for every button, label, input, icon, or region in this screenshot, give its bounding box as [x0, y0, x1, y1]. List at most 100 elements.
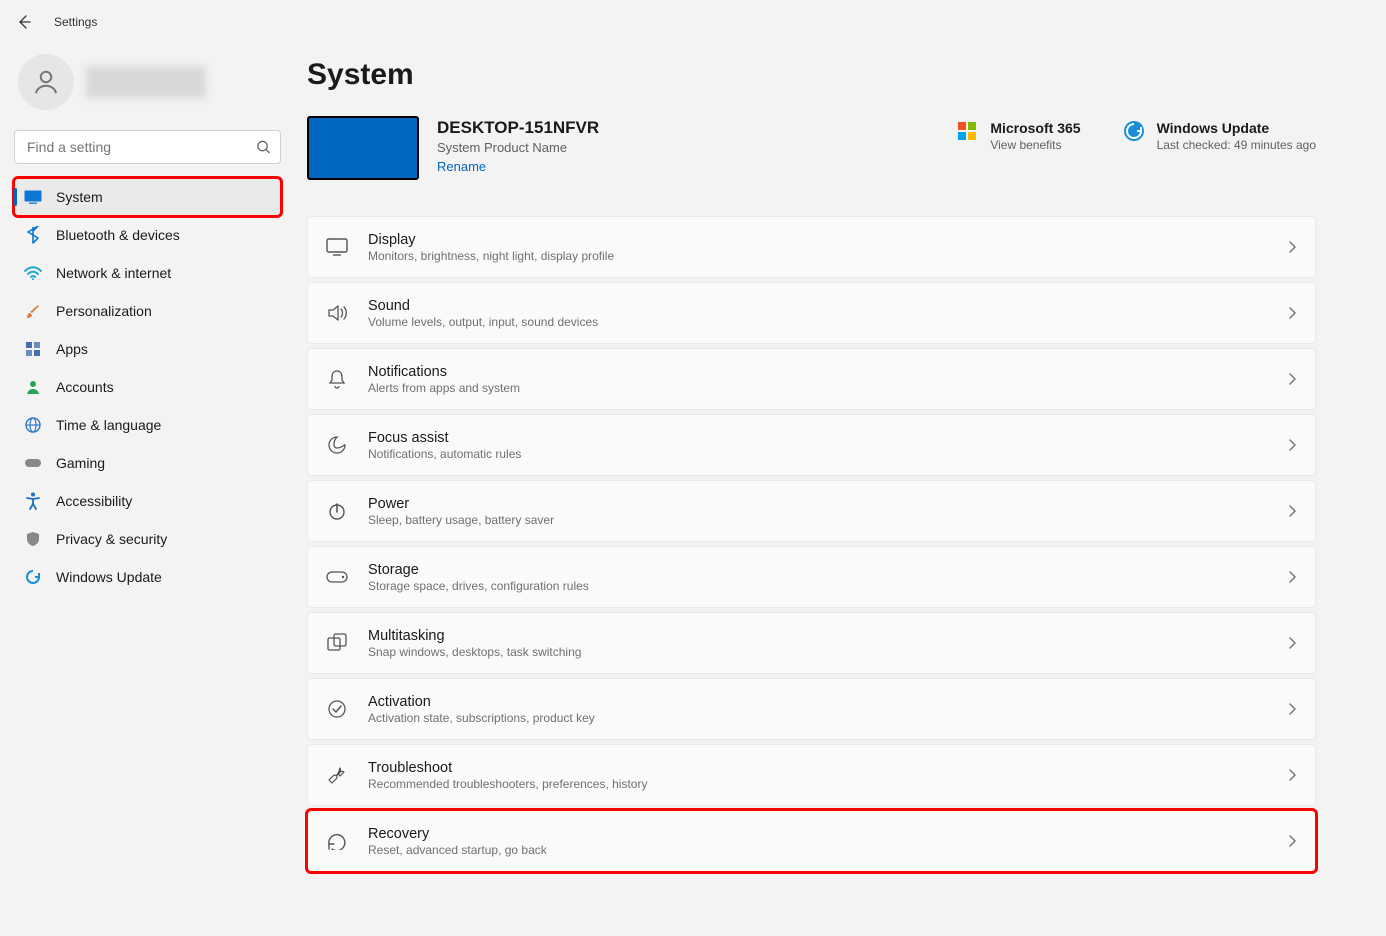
sidebar-item-accessibility[interactable]: Accessibility — [14, 482, 281, 520]
sidebar-item-label: Gaming — [56, 455, 105, 471]
setting-description: Storage space, drives, configuration rul… — [368, 579, 1287, 593]
sidebar-item-label: Accounts — [56, 379, 114, 395]
device-name: DESKTOP-151NFVR — [437, 118, 599, 138]
device-thumbnail[interactable] — [307, 116, 419, 180]
sidebar-item-personalization[interactable]: Personalization — [14, 292, 281, 330]
wifi-icon — [24, 264, 42, 282]
setting-title: Storage — [368, 562, 1287, 578]
sidebar-item-label: Accessibility — [56, 493, 132, 509]
setting-title: Activation — [368, 694, 1287, 710]
setting-title: Recovery — [368, 826, 1287, 842]
setting-row-display[interactable]: Display Monitors, brightness, night ligh… — [307, 216, 1316, 278]
notifications-icon — [326, 368, 348, 390]
setting-title: Multitasking — [368, 628, 1287, 644]
setting-description: Recommended troubleshooters, preferences… — [368, 777, 1287, 791]
status-card-update[interactable]: Windows Update Last checked: 49 minutes a… — [1123, 120, 1316, 152]
sidebar-item-apps[interactable]: Apps — [14, 330, 281, 368]
shield-icon — [24, 530, 42, 548]
activation-icon — [326, 698, 348, 720]
update-icon — [24, 568, 42, 586]
window-title: Settings — [54, 15, 97, 29]
sidebar-item-label: Time & language — [56, 417, 161, 433]
setting-description: Alerts from apps and system — [368, 381, 1287, 395]
gamepad-icon — [24, 454, 42, 472]
setting-row-focus-assist[interactable]: Focus assist Notifications, automatic ru… — [307, 414, 1316, 476]
status-card-ms365[interactable]: Microsoft 365 View benefits — [956, 120, 1080, 152]
accessibility-icon — [24, 492, 42, 510]
update-icon — [1123, 120, 1145, 142]
setting-title: Power — [368, 496, 1287, 512]
sidebar-item-label: Privacy & security — [56, 531, 167, 547]
sidebar-item-gaming[interactable]: Gaming — [14, 444, 281, 482]
device-block: DESKTOP-151NFVR System Product Name Rena… — [307, 116, 1316, 180]
storage-icon — [326, 566, 348, 588]
person-icon — [31, 67, 61, 97]
status-subtitle: Last checked: 49 minutes ago — [1157, 138, 1316, 152]
arrow-left-icon — [16, 14, 32, 30]
sidebar-item-windows-update[interactable]: Windows Update — [14, 558, 281, 596]
sidebar: System Bluetooth & devices Network & inter… — [0, 44, 295, 936]
page-title: System — [307, 58, 1316, 92]
setting-title: Focus assist — [368, 430, 1287, 446]
chevron-right-icon — [1287, 768, 1297, 782]
chevron-right-icon — [1287, 702, 1297, 716]
sidebar-item-time-language[interactable]: Time & language — [14, 406, 281, 444]
profile-name-redacted — [86, 66, 206, 98]
setting-row-notifications[interactable]: Notifications Alerts from apps and syste… — [307, 348, 1316, 410]
search-icon — [256, 140, 271, 155]
setting-row-multitasking[interactable]: Multitasking Snap windows, desktops, tas… — [307, 612, 1316, 674]
sidebar-item-label: Windows Update — [56, 569, 162, 585]
display-icon — [326, 236, 348, 258]
chevron-right-icon — [1287, 372, 1297, 386]
status-title: Microsoft 365 — [990, 120, 1080, 136]
setting-row-recovery[interactable]: Recovery Reset, advanced startup, go bac… — [307, 810, 1316, 872]
avatar — [18, 54, 74, 110]
chevron-right-icon — [1287, 240, 1297, 254]
bluetooth-icon — [24, 226, 42, 244]
sidebar-item-bluetooth-devices[interactable]: Bluetooth & devices — [14, 216, 281, 254]
sidebar-item-system[interactable]: System — [14, 178, 281, 216]
sidebar-item-label: System — [56, 189, 103, 205]
globe-icon — [24, 416, 42, 434]
sound-icon — [326, 302, 348, 324]
setting-description: Snap windows, desktops, task switching — [368, 645, 1287, 659]
sidebar-item-network-internet[interactable]: Network & internet — [14, 254, 281, 292]
nav-list: System Bluetooth & devices Network & inter… — [14, 178, 281, 596]
setting-description: Volume levels, output, input, sound devi… — [368, 315, 1287, 329]
rename-link[interactable]: Rename — [437, 159, 486, 174]
person-icon — [24, 378, 42, 396]
device-product: System Product Name — [437, 140, 599, 155]
system-icon — [24, 188, 42, 206]
chevron-right-icon — [1287, 570, 1297, 584]
multitask-icon — [326, 632, 348, 654]
search-input[interactable] — [14, 130, 281, 164]
search-box — [14, 130, 281, 164]
setting-title: Troubleshoot — [368, 760, 1287, 776]
apps-icon — [24, 340, 42, 358]
setting-description: Activation state, subscriptions, product… — [368, 711, 1287, 725]
chevron-right-icon — [1287, 306, 1297, 320]
sidebar-item-privacy-security[interactable]: Privacy & security — [14, 520, 281, 558]
brush-icon — [24, 302, 42, 320]
setting-row-sound[interactable]: Sound Volume levels, output, input, soun… — [307, 282, 1316, 344]
setting-row-power[interactable]: Power Sleep, battery usage, battery save… — [307, 480, 1316, 542]
setting-row-activation[interactable]: Activation Activation state, subscriptio… — [307, 678, 1316, 740]
sidebar-item-accounts[interactable]: Accounts — [14, 368, 281, 406]
chevron-right-icon — [1287, 438, 1297, 452]
setting-title: Notifications — [368, 364, 1287, 380]
settings-list: Display Monitors, brightness, night ligh… — [307, 216, 1316, 872]
back-button[interactable] — [14, 12, 34, 32]
profile-block[interactable] — [14, 50, 281, 130]
power-icon — [326, 500, 348, 522]
sidebar-item-label: Network & internet — [56, 265, 171, 281]
setting-description: Sleep, battery usage, battery saver — [368, 513, 1287, 527]
ms365-icon — [956, 120, 978, 142]
focus-icon — [326, 434, 348, 456]
status-subtitle: View benefits — [990, 138, 1080, 152]
setting-row-storage[interactable]: Storage Storage space, drives, configura… — [307, 546, 1316, 608]
setting-row-troubleshoot[interactable]: Troubleshoot Recommended troubleshooters… — [307, 744, 1316, 806]
sidebar-item-label: Bluetooth & devices — [56, 227, 180, 243]
setting-description: Reset, advanced startup, go back — [368, 843, 1287, 857]
status-title: Windows Update — [1157, 120, 1316, 136]
main-panel: System DESKTOP-151NFVR System Product Na… — [295, 44, 1386, 936]
